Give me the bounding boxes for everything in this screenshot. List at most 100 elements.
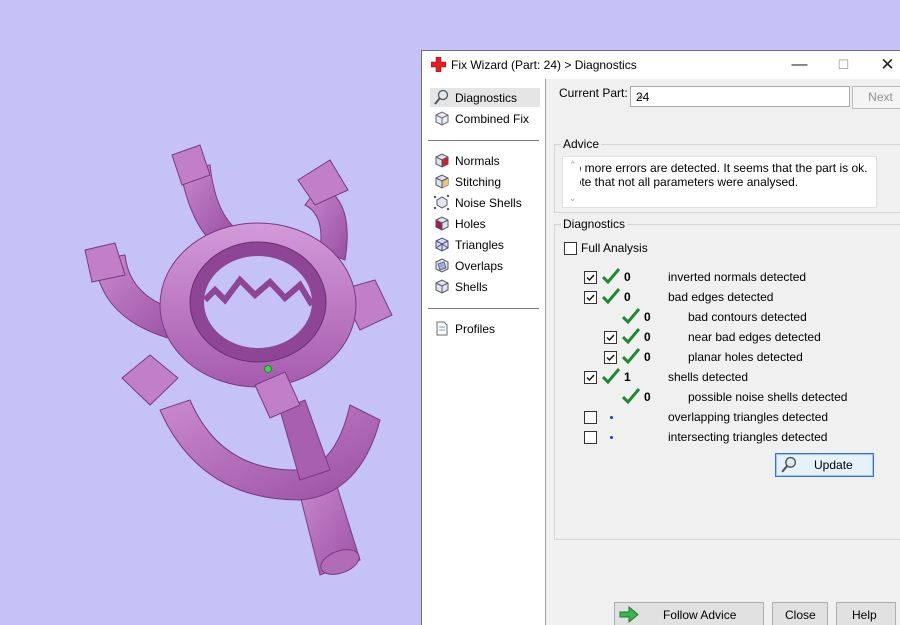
checkmark-icon bbox=[606, 334, 615, 342]
diagnostics-group-title: Diagnostics bbox=[561, 217, 628, 231]
sidebar-item-label: Holes bbox=[455, 216, 486, 231]
triangles-cube-icon bbox=[435, 237, 449, 252]
advice-line-2: Note that not all parameters were analys… bbox=[566, 175, 799, 189]
ok-check-icon bbox=[622, 388, 640, 404]
stitching-cube-icon bbox=[435, 174, 449, 189]
planar-holes-checkbox[interactable] bbox=[604, 351, 617, 364]
sidebar-item-diagnostics[interactable]: Diagnostics bbox=[430, 88, 540, 107]
fix-wizard-dialog: Fix Wizard (Part: 24) > Diagnostics — ☐ … bbox=[421, 50, 900, 625]
next-button[interactable]: Next bbox=[852, 86, 900, 109]
ok-check-icon bbox=[622, 328, 640, 344]
overlapping-triangles-checkbox[interactable] bbox=[584, 411, 597, 424]
sidebar-item-label: Normals bbox=[455, 153, 500, 168]
near-bad-edges-count: 0 bbox=[644, 330, 651, 344]
inverted-normals-label: inverted normals detected bbox=[668, 270, 807, 284]
close-button-label: Close bbox=[785, 608, 816, 622]
magnifier-icon bbox=[781, 456, 797, 473]
update-button[interactable]: Update bbox=[775, 453, 874, 477]
scroll-up-icon[interactable]: ⌃ bbox=[569, 158, 577, 172]
shells-cube-icon bbox=[435, 279, 449, 294]
sidebar-item-combined-fix[interactable]: Combined Fix bbox=[433, 109, 529, 128]
sidebar-item-label: Profiles bbox=[455, 321, 496, 336]
part-model[interactable] bbox=[0, 0, 421, 624]
full-analysis-checkbox[interactable] bbox=[564, 242, 577, 255]
sidebar-item-stitching[interactable]: Stitching bbox=[433, 172, 501, 191]
chevron-down-icon: ⌄ bbox=[636, 90, 646, 102]
intersecting-triangles-checkbox[interactable] bbox=[584, 431, 597, 444]
follow-advice-label: Follow Advice bbox=[663, 608, 737, 622]
ok-check-icon bbox=[622, 348, 640, 364]
overlapping-triangles-label: overlapping triangles detected bbox=[668, 410, 829, 424]
pending-dot-icon bbox=[610, 436, 613, 439]
cube-icon bbox=[435, 111, 449, 126]
shells-checkbox[interactable] bbox=[584, 371, 597, 384]
current-part-label: Current Part: bbox=[559, 86, 628, 100]
sidebar-item-holes[interactable]: Holes bbox=[433, 214, 486, 233]
close-window-button[interactable]: ✕ bbox=[865, 51, 900, 79]
holes-cube-icon bbox=[435, 216, 449, 231]
shells-label: shells detected bbox=[668, 370, 749, 384]
sidebar-item-label: Noise Shells bbox=[455, 195, 522, 210]
sidebar-item-label: Overlaps bbox=[455, 258, 504, 273]
bad-edges-count: 0 bbox=[624, 290, 631, 304]
diagnostics-group: Diagnostics Full Analysis 0 inverted nor… bbox=[554, 217, 900, 540]
sidebar-item-label: Stitching bbox=[455, 174, 502, 189]
scroll-down-icon[interactable]: ⌄ bbox=[569, 191, 577, 205]
sidebar-item-label: Diagnostics bbox=[455, 90, 518, 105]
red-cross-app-icon bbox=[431, 57, 446, 72]
minimize-button[interactable]: — bbox=[777, 51, 822, 79]
bad-contours-label: bad contours detected bbox=[688, 310, 807, 324]
sidebar-item-shells[interactable]: Shells bbox=[433, 277, 488, 296]
sidebar-item-label: Triangles bbox=[455, 237, 504, 252]
follow-advice-button[interactable]: Follow Advice bbox=[614, 602, 764, 625]
document-icon bbox=[436, 321, 448, 336]
planar-holes-count: 0 bbox=[644, 350, 651, 364]
advice-group-title: Advice bbox=[561, 137, 602, 151]
sidebar-item-label: Shells bbox=[455, 279, 488, 294]
full-analysis-label: Full Analysis bbox=[581, 241, 648, 255]
noise-shells-icon bbox=[433, 194, 450, 211]
noise-shells-label: possible noise shells detected bbox=[688, 390, 848, 404]
current-part-select[interactable]: 24 ⌄ bbox=[630, 86, 850, 107]
advice-scrollbar[interactable]: ⌃ ⌄ bbox=[566, 157, 580, 207]
normals-cube-icon bbox=[435, 153, 449, 168]
magnifier-icon bbox=[434, 89, 449, 105]
sidebar-item-overlaps[interactable]: Overlaps bbox=[433, 256, 503, 275]
sidebar-item-label: Combined Fix bbox=[455, 111, 530, 126]
ok-check-icon bbox=[602, 268, 620, 284]
planar-holes-label: planar holes detected bbox=[688, 350, 803, 364]
checkmark-icon bbox=[586, 274, 595, 282]
maximize-button[interactable]: ☐ bbox=[821, 51, 866, 79]
sidebar-divider bbox=[428, 308, 539, 309]
near-bad-edges-checkbox[interactable] bbox=[604, 331, 617, 344]
checkmark-icon bbox=[586, 374, 595, 382]
title-bar: Fix Wizard (Part: 24) > Diagnostics — ☐ … bbox=[422, 51, 900, 79]
checkmark-icon bbox=[606, 354, 615, 362]
sidebar-item-noise-shells[interactable]: Noise Shells bbox=[433, 193, 522, 212]
advice-group: Advice No more errors are detected. It s… bbox=[554, 137, 900, 213]
near-bad-edges-label: near bad edges detected bbox=[688, 330, 821, 344]
bad-contours-count: 0 bbox=[644, 310, 651, 324]
3d-viewport[interactable] bbox=[0, 0, 421, 624]
help-button-label: Help bbox=[852, 608, 877, 622]
inverted-normals-checkbox[interactable] bbox=[584, 271, 597, 284]
checkmark-icon bbox=[586, 294, 595, 302]
green-arrow-icon bbox=[619, 606, 639, 623]
close-button[interactable]: Close bbox=[772, 602, 828, 625]
sidebar-item-profiles[interactable]: Profiles bbox=[433, 319, 495, 338]
sidebar-item-normals[interactable]: Normals bbox=[433, 151, 500, 170]
update-button-label: Update bbox=[814, 458, 853, 472]
intersecting-triangles-label: intersecting triangles detected bbox=[668, 430, 828, 444]
dialog-title: Fix Wizard (Part: 24) > Diagnostics bbox=[451, 58, 637, 72]
help-button[interactable]: Help bbox=[836, 602, 896, 625]
pending-dot-icon bbox=[610, 416, 613, 419]
sidebar-divider bbox=[428, 140, 539, 141]
bad-edges-checkbox[interactable] bbox=[584, 291, 597, 304]
advice-line-1: No more errors are detected. It seems th… bbox=[566, 161, 868, 175]
ok-check-icon bbox=[622, 308, 640, 324]
advice-text-box: No more errors are detected. It seems th… bbox=[562, 156, 877, 208]
shells-count: 1 bbox=[624, 370, 631, 384]
ok-check-icon bbox=[602, 288, 620, 304]
sidebar-item-triangles[interactable]: Triangles bbox=[433, 235, 504, 254]
inverted-normals-count: 0 bbox=[624, 270, 631, 284]
